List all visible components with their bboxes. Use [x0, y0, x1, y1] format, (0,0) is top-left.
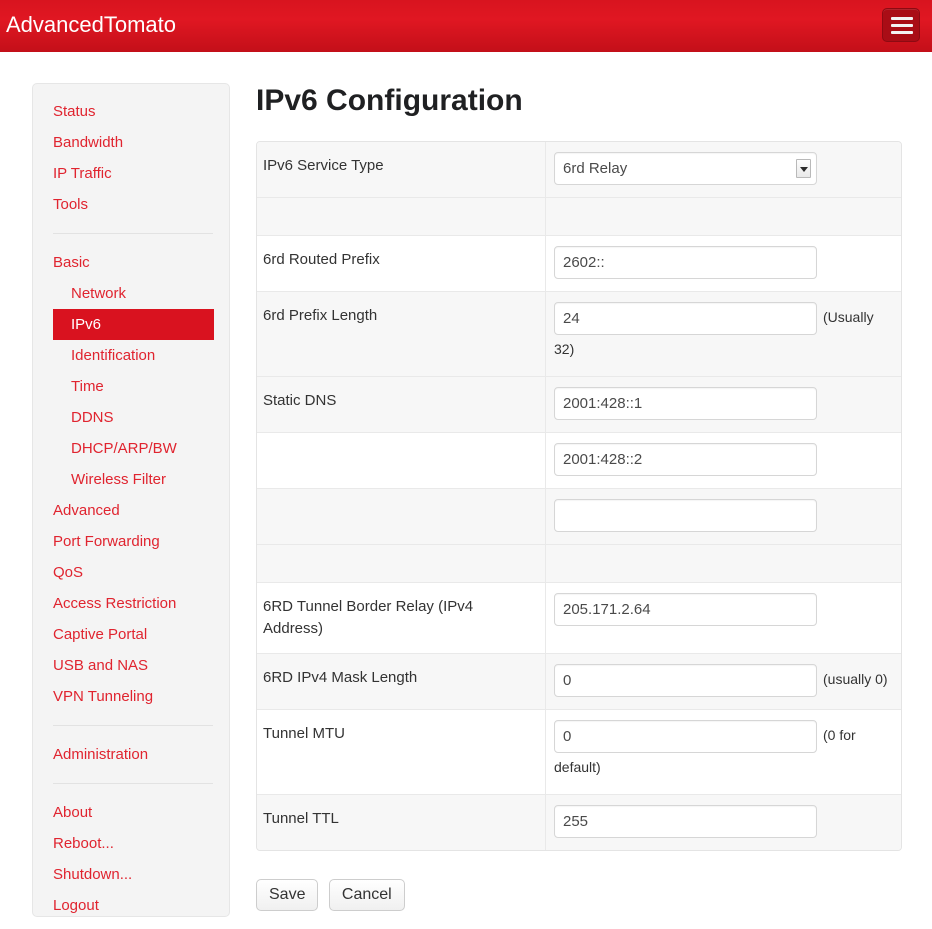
spacer2-field-cell	[546, 545, 901, 582]
sidebar-separator	[53, 725, 213, 726]
hamburger-bar	[891, 24, 913, 27]
service-type-select-wrap: 6rd Relay	[554, 152, 817, 185]
field-routed-prefix	[546, 236, 901, 291]
label-prefix-length: 6rd Prefix Length	[257, 292, 546, 376]
sidebar-item-qos[interactable]: QoS	[33, 557, 229, 588]
form-row-static-dns-1: Static DNS	[257, 377, 901, 433]
static-dns-3-input[interactable]	[554, 499, 817, 532]
sidebar-item-access-restriction[interactable]: Access Restriction	[33, 588, 229, 619]
label-border-relay: 6RD Tunnel Border Relay (IPv4 Address)	[257, 583, 546, 653]
form-row-routed-prefix: 6rd Routed Prefix	[257, 236, 901, 292]
ipv6-config-form: IPv6 Service Type 6rd Relay 6rd Routed P…	[256, 141, 902, 851]
sidebar-item-ipv6[interactable]: IPv6	[53, 309, 214, 340]
top-navbar: AdvancedTomato	[0, 0, 932, 54]
sidebar-nav: Status Bandwidth IP Traffic Tools Basic Netwo…	[32, 83, 230, 917]
label-routed-prefix: 6rd Routed Prefix	[257, 236, 546, 291]
static-dns-2-input[interactable]	[554, 443, 817, 476]
sidebar-item-advanced[interactable]: Advanced	[33, 495, 229, 526]
label-tunnel-ttl: Tunnel TTL	[257, 795, 546, 850]
sidebar-item-about[interactable]: About	[33, 797, 229, 828]
sidebar-item-basic[interactable]: Basic	[33, 247, 229, 278]
sidebar-item-identification[interactable]: Identification	[33, 340, 229, 371]
form-row-service-type: IPv6 Service Type 6rd Relay	[257, 142, 901, 198]
sidebar-item-network[interactable]: Network	[33, 278, 229, 309]
border-relay-input[interactable]	[554, 593, 817, 626]
form-row-spacer	[257, 198, 901, 236]
brand-title: AdvancedTomato	[6, 12, 176, 37]
field-mask-length: (usually 0)	[546, 654, 901, 709]
cancel-button[interactable]: Cancel	[328, 879, 405, 911]
sidebar-separator	[53, 783, 213, 784]
form-row-border-relay: 6RD Tunnel Border Relay (IPv4 Address)	[257, 583, 901, 654]
save-button[interactable]: Save	[256, 879, 319, 911]
main-content: IPv6 Configuration IPv6 Service Type 6rd…	[256, 83, 906, 911]
sidebar-item-shutdown[interactable]: Shutdown...	[33, 859, 229, 890]
label-tunnel-mtu: Tunnel MTU	[257, 710, 546, 794]
tunnel-ttl-input[interactable]	[554, 805, 817, 838]
label-mask-length: 6RD IPv4 Mask Length	[257, 654, 546, 709]
form-row-mask-length: 6RD IPv4 Mask Length (usually 0)	[257, 654, 901, 710]
mask-length-input[interactable]	[554, 664, 817, 697]
hamburger-bar	[891, 17, 913, 20]
field-static-dns-3	[546, 489, 901, 544]
label-static-dns: Static DNS	[257, 377, 546, 432]
field-service-type: 6rd Relay	[546, 142, 901, 197]
sidebar-item-ip-traffic[interactable]: IP Traffic	[33, 158, 229, 189]
prefix-length-input[interactable]	[554, 302, 817, 335]
form-row-static-dns-3	[257, 489, 901, 545]
service-type-select[interactable]: 6rd Relay	[554, 152, 817, 185]
routed-prefix-input[interactable]	[554, 246, 817, 279]
form-row-spacer-2	[257, 545, 901, 583]
sidebar-item-logout[interactable]: Logout	[33, 890, 229, 921]
label-service-type: IPv6 Service Type	[257, 142, 546, 197]
sidebar-item-time[interactable]: Time	[33, 371, 229, 402]
field-tunnel-mtu: (0 for default)	[546, 710, 901, 794]
field-static-dns-1	[546, 377, 901, 432]
sidebar-item-dhcp-arp-bw[interactable]: DHCP/ARP/BW	[33, 433, 229, 464]
tunnel-mtu-input[interactable]	[554, 720, 817, 753]
label-static-dns-2	[257, 433, 546, 488]
sidebar-item-tools[interactable]: Tools	[33, 189, 229, 220]
form-row-tunnel-ttl: Tunnel TTL	[257, 795, 901, 850]
field-prefix-length: (Usually 32)	[546, 292, 901, 376]
sidebar-item-vpn-tunneling[interactable]: VPN Tunneling	[33, 681, 229, 712]
sidebar-item-ddns[interactable]: DDNS	[33, 402, 229, 433]
sidebar-item-port-forwarding[interactable]: Port Forwarding	[33, 526, 229, 557]
hamburger-menu-icon[interactable]	[882, 8, 920, 42]
sidebar-item-administration[interactable]: Administration	[33, 739, 229, 770]
mask-length-hint: (usually 0)	[823, 671, 888, 688]
sidebar-item-reboot[interactable]: Reboot...	[33, 828, 229, 859]
form-row-static-dns-2	[257, 433, 901, 489]
static-dns-1-input[interactable]	[554, 387, 817, 420]
sidebar-item-wireless-filter[interactable]: Wireless Filter	[33, 464, 229, 495]
form-row-prefix-length: 6rd Prefix Length (Usually 32)	[257, 292, 901, 377]
form-row-tunnel-mtu: Tunnel MTU (0 for default)	[257, 710, 901, 795]
hamburger-bar	[891, 31, 913, 34]
spacer-label-cell	[257, 198, 546, 235]
sidebar-separator	[53, 233, 213, 234]
form-actions: Save Cancel	[256, 879, 906, 911]
field-tunnel-ttl	[546, 795, 901, 850]
label-static-dns-3	[257, 489, 546, 544]
sidebar-item-captive-portal[interactable]: Captive Portal	[33, 619, 229, 650]
sidebar-item-bandwidth[interactable]: Bandwidth	[33, 127, 229, 158]
spacer2-label-cell	[257, 545, 546, 582]
sidebar-item-usb-and-nas[interactable]: USB and NAS	[33, 650, 229, 681]
spacer-field-cell	[546, 198, 901, 235]
field-static-dns-2	[546, 433, 901, 488]
sidebar-item-status[interactable]: Status	[33, 96, 229, 127]
field-border-relay	[546, 583, 901, 653]
page-title: IPv6 Configuration	[256, 84, 523, 117]
